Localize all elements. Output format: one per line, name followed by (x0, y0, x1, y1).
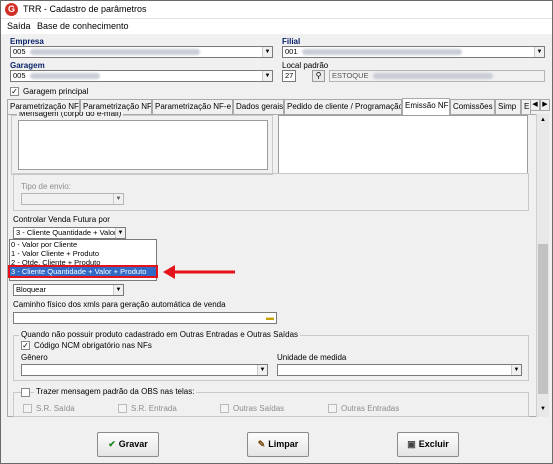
menu-bar: Saída Base de conhecimento (1, 19, 552, 34)
scroll-up-icon[interactable]: ▲ (537, 114, 549, 126)
chevron-down-icon: ▼ (113, 194, 123, 204)
local-name: ESTOQUE (332, 71, 369, 80)
sr-entrada-label: S.R. Entrada (131, 404, 177, 413)
genero-select[interactable]: ▼ (21, 364, 268, 376)
outras-saidas-label: Outras Saídas (233, 404, 285, 413)
chevron-down-icon[interactable]: ▼ (534, 47, 544, 57)
red-arrow-icon (163, 265, 235, 279)
outras-entradas-checkbox (328, 404, 337, 413)
folder-icon[interactable]: ▬ (265, 313, 275, 323)
ncm-label: Código NCM obrigatório nas NFs (34, 341, 152, 350)
gravar-button[interactable]: ✔ Gravar (97, 432, 159, 457)
excluir-button[interactable]: ▣ Excluir (397, 432, 459, 457)
bloquear-select[interactable]: Bloquear ▼ (13, 284, 124, 296)
option-0[interactable]: 0 - Valor por Cliente (10, 240, 156, 249)
caminho-input[interactable]: ▬ (13, 312, 277, 324)
controlar-venda-dropdown-list: 0 - Valor por Cliente 1 - Valor Cliente … (8, 239, 158, 281)
outras-saidas-checkbox (220, 404, 229, 413)
unidade-label: Unidade de medida (277, 353, 347, 362)
app-window: G TRR - Cadastro de parâmetros Saída Bas… (0, 0, 553, 464)
chevron-down-icon[interactable]: ▼ (115, 228, 125, 238)
title-bar: G TRR - Cadastro de parâmetros (1, 1, 552, 19)
panel-scrollbar[interactable]: ▲ ▼ (536, 114, 549, 417)
filial-select[interactable]: 001 ▼ (282, 46, 545, 58)
tipo-envio-group (13, 173, 529, 211)
filial-label: Filial (282, 37, 301, 46)
trash-icon: ▣ (407, 439, 416, 449)
chevron-down-icon[interactable]: ▼ (262, 71, 272, 81)
tab-dados-gerais[interactable]: Dados gerais (233, 99, 284, 114)
obs-checkbox[interactable] (21, 388, 30, 397)
caminho-label: Caminho físico dos xmls para geração aut… (13, 300, 226, 309)
tab-comissoes[interactable]: Comissões (450, 99, 495, 114)
garagem-principal-checkbox[interactable]: ✓ (10, 87, 19, 96)
tipo-envio-label: Tipo de envio: (21, 182, 71, 191)
window-title: TRR - Cadastro de parâmetros (23, 4, 147, 14)
app-logo-icon: G (5, 3, 18, 16)
limpar-label: Limpar (268, 439, 299, 449)
empresa-select[interactable]: 005 ▼ (10, 46, 273, 58)
gravar-label: Gravar (118, 439, 148, 449)
controlar-venda-value: 3 - Cliente Quantidade + Valor (16, 228, 117, 237)
broom-icon: ✎ (257, 439, 266, 449)
option-3-selected[interactable]: 3 - Cliente Quantidade + Valor + Produto (8, 265, 158, 278)
garagem-principal-label: Garagem principal (23, 87, 89, 96)
checkmark-icon: ✔ (108, 439, 116, 449)
local-redacted (372, 73, 493, 80)
option-2[interactable]: 2 - Qtde. Cliente + Produto (10, 258, 156, 267)
local-code-input[interactable]: 27 (282, 70, 296, 82)
empresa-redacted (29, 49, 200, 56)
sr-saida-label: S.R. Saída (36, 404, 75, 413)
garagem-redacted (29, 73, 100, 80)
filial-code: 001 (285, 47, 298, 56)
tab-emissao-nf[interactable]: Emissão NF (402, 98, 450, 115)
mensagem-label: Mensagem (corpo do e-mail) (17, 112, 124, 118)
chevron-down-icon[interactable]: ▼ (257, 365, 267, 375)
empresa-code: 005 (13, 47, 26, 56)
chevron-down-icon[interactable]: ▼ (511, 365, 521, 375)
tab-simp[interactable]: Simp (495, 99, 521, 114)
sr-saida-checkbox (23, 404, 32, 413)
local-name-field: ESTOQUE (329, 70, 545, 82)
menu-base-conhecimento[interactable]: Base de conhecimento (37, 21, 129, 31)
genero-label: Gênero (21, 353, 48, 362)
outras-entradas-label: Outras Entradas (341, 404, 400, 413)
garagem-label: Garagem (10, 61, 45, 70)
local-label: Local padrão (282, 61, 329, 70)
tab-scroll-right-icon[interactable]: ▶ (540, 99, 550, 111)
bloquear-value: Bloquear (16, 285, 47, 294)
controlar-venda-select[interactable]: 3 - Cliente Quantidade + Valor ▼ (13, 227, 126, 239)
binoculars-icon[interactable]: ⚲ (312, 70, 325, 82)
controlar-venda-label: Controlar Venda Futura por (13, 215, 110, 224)
option-1[interactable]: 1 - Valor Cliente + Produto (10, 249, 156, 258)
excluir-label: Excluir (418, 439, 449, 449)
mensagem-memo[interactable] (18, 120, 268, 170)
scroll-thumb[interactable] (538, 244, 548, 394)
tipo-envio-select: ▼ (21, 193, 124, 205)
limpar-button[interactable]: ✎ Limpar (247, 432, 309, 457)
unidade-select[interactable]: ▼ (277, 364, 522, 376)
menu-saida[interactable]: Saída (7, 21, 31, 31)
outras-group-label: Quando não possuir produto cadastrado em… (19, 330, 301, 339)
garagem-select[interactable]: 005 ▼ (10, 70, 273, 82)
garagem-code: 005 (13, 71, 26, 80)
mensagem-memo-right[interactable] (278, 115, 528, 174)
tab-scroll-left-icon[interactable]: ◀ (530, 99, 540, 111)
tab-pedido-cliente[interactable]: Pedido de cliente / Programação (284, 99, 402, 114)
ncm-checkbox[interactable]: ✓ (21, 341, 30, 350)
tab-parametrizacao-nfe[interactable]: Parametrização NF-e (152, 99, 233, 114)
sr-entrada-checkbox (118, 404, 127, 413)
chevron-down-icon[interactable]: ▼ (262, 47, 272, 57)
scroll-down-icon[interactable]: ▼ (537, 403, 549, 415)
filial-redacted (301, 49, 462, 56)
obs-label: Trazer mensagem padrão da OBS nas telas: (34, 387, 197, 396)
empresa-label: Empresa (10, 37, 44, 46)
chevron-down-icon[interactable]: ▼ (113, 285, 123, 295)
